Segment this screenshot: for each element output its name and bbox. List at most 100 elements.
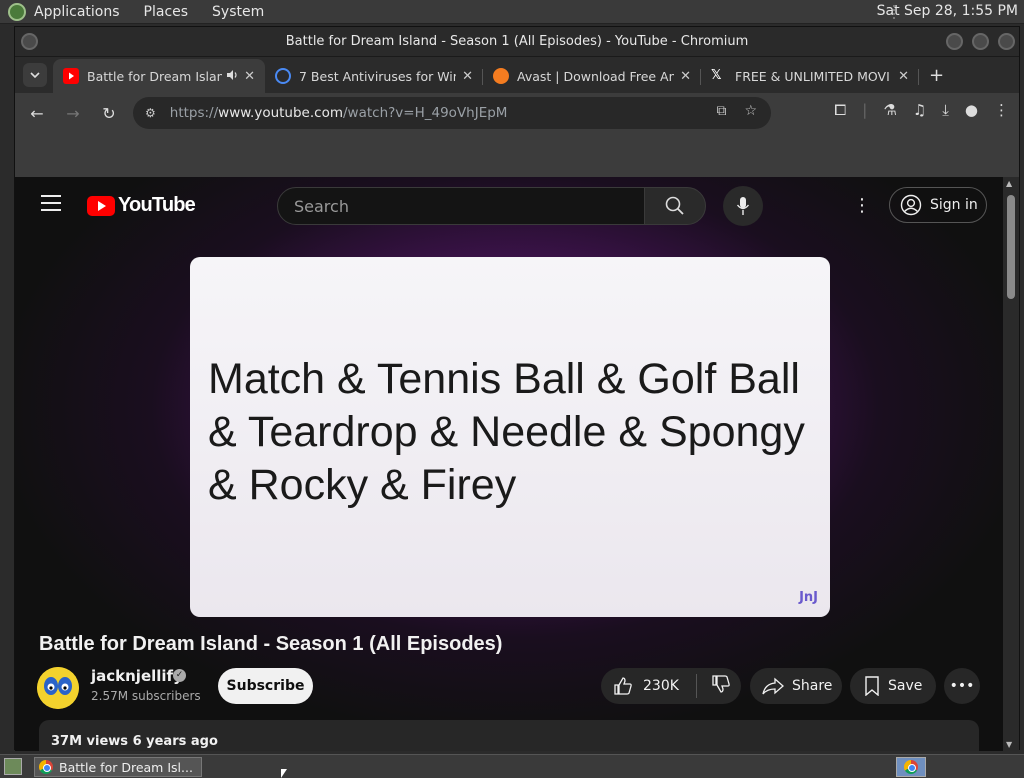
like-dislike-group: 230K bbox=[601, 668, 741, 704]
applications-menu[interactable]: Applications bbox=[34, 4, 120, 20]
workspace-switcher[interactable] bbox=[896, 757, 926, 777]
description-box[interactable]: 37M views 6 years ago bbox=[39, 720, 979, 751]
back-button[interactable]: ← bbox=[23, 99, 51, 127]
subscribe-button[interactable]: Subscribe bbox=[218, 668, 313, 704]
bookmark-star-icon[interactable]: ☆ bbox=[744, 103, 757, 119]
reload-button[interactable]: ↻ bbox=[95, 99, 123, 127]
dislike-button[interactable] bbox=[697, 674, 731, 698]
chromium-icon bbox=[39, 760, 53, 774]
youtube-wordmark: YouTube bbox=[118, 194, 196, 216]
clock[interactable]: Sat Sep 28, 1:55 PM bbox=[877, 3, 1018, 19]
window-titlebar[interactable]: Battle for Dream Island - Season 1 (All … bbox=[15, 27, 1019, 57]
system-menu[interactable]: System bbox=[212, 4, 264, 20]
view-count-and-date: 37M views 6 years ago bbox=[51, 734, 218, 749]
taskbar-window-button[interactable]: Battle for Dream Isl... bbox=[34, 757, 202, 777]
youtube-page: YouTube Search ⋮ Sign in Match & Tennis … bbox=[15, 177, 1005, 751]
more-actions-button[interactable]: ••• bbox=[944, 668, 980, 704]
tab-search-button[interactable] bbox=[23, 63, 47, 87]
verified-badge-icon: ✓ bbox=[173, 669, 186, 682]
desktop-top-panel: Applications Places System Sat Sep 28, 1… bbox=[0, 0, 1024, 24]
globe-favicon-icon bbox=[275, 68, 291, 84]
labs-flask-icon[interactable]: ⚗ bbox=[883, 101, 896, 119]
video-title: Battle for Dream Island - Season 1 (All … bbox=[39, 633, 503, 655]
save-button[interactable]: Save bbox=[850, 668, 936, 704]
tab-movies[interactable]: 𝕏 FREE & UNLIMITED MOVI ✕ bbox=[701, 59, 919, 93]
channel-name[interactable]: jacknjellify bbox=[91, 667, 183, 685]
browser-window: Battle for Dream Island - Season 1 (All … bbox=[14, 26, 1020, 751]
voice-search-button[interactable] bbox=[723, 186, 763, 226]
tab-divider bbox=[918, 69, 919, 85]
minimize-button[interactable] bbox=[946, 33, 963, 50]
settings-menu-icon[interactable]: ⋮ bbox=[853, 195, 871, 216]
guide-menu-icon[interactable] bbox=[41, 195, 61, 216]
share-icon bbox=[762, 677, 784, 695]
install-app-icon[interactable]: ⧉ bbox=[716, 103, 726, 119]
save-label: Save bbox=[888, 678, 923, 694]
close-tab-icon[interactable]: ✕ bbox=[462, 69, 473, 84]
maximize-button[interactable] bbox=[972, 33, 989, 50]
places-menu[interactable]: Places bbox=[144, 4, 189, 20]
like-count: 230K bbox=[643, 678, 679, 694]
toolbar-blank-area bbox=[15, 133, 1019, 181]
channel-watermark: JnJ bbox=[799, 590, 818, 605]
browser-menu-icon[interactable]: ⋮ bbox=[994, 101, 1009, 119]
tab-title: Battle for Dream Island bbox=[87, 68, 223, 84]
extensions-icon[interactable]: ⧠ bbox=[834, 101, 846, 119]
account-circle-icon bbox=[900, 194, 922, 216]
thumbs-up-icon bbox=[614, 677, 632, 695]
search-button[interactable] bbox=[644, 187, 706, 225]
scroll-up-arrow-icon[interactable]: ▲ bbox=[1006, 179, 1012, 188]
x-favicon-icon: 𝕏 bbox=[711, 68, 722, 83]
page-scrollbar[interactable]: ▲ ▼ bbox=[1003, 177, 1019, 751]
forward-button[interactable]: → bbox=[59, 99, 87, 127]
tab-title: FREE & UNLIMITED MOVI bbox=[735, 68, 890, 84]
tab-youtube[interactable]: Battle for Dream Island ✕ bbox=[53, 59, 265, 93]
search-icon bbox=[665, 196, 684, 215]
downloads-icon[interactable]: ⤓ bbox=[942, 101, 949, 119]
channel-row: jacknjellify ✓ 2.57M subscribers Subscri… bbox=[37, 665, 993, 709]
scrollbar-thumb[interactable] bbox=[1007, 195, 1015, 299]
youtube-favicon-icon bbox=[63, 68, 79, 84]
youtube-logo[interactable]: YouTube bbox=[87, 194, 196, 217]
tab-antivirus[interactable]: 7 Best Antiviruses for Win ✕ bbox=[265, 59, 483, 93]
scroll-down-arrow-icon[interactable]: ▼ bbox=[1006, 740, 1012, 749]
share-button[interactable]: Share bbox=[750, 668, 842, 704]
window-title: Battle for Dream Island - Season 1 (All … bbox=[285, 34, 749, 49]
youtube-header: YouTube Search ⋮ Sign in bbox=[15, 177, 1005, 233]
youtube-play-icon bbox=[87, 195, 115, 216]
like-button[interactable]: 230K bbox=[601, 674, 697, 698]
browser-toolbar: ← → ↻ ⚙ https://www.youtube.com/watch?v=… bbox=[15, 93, 1019, 133]
tab-avast[interactable]: Avast | Download Free An ✕ bbox=[483, 59, 701, 93]
close-tab-icon[interactable]: ✕ bbox=[244, 69, 255, 84]
microphone-icon bbox=[736, 197, 750, 215]
profile-icon[interactable]: ● bbox=[965, 101, 978, 119]
taskbar-window-label: Battle for Dream Isl... bbox=[59, 759, 193, 775]
mouse-cursor-icon bbox=[281, 769, 287, 778]
distro-logo-icon[interactable] bbox=[8, 2, 26, 21]
close-window-button[interactable] bbox=[998, 33, 1015, 50]
toolbar-divider: | bbox=[862, 101, 868, 119]
share-label: Share bbox=[792, 678, 833, 694]
show-desktop-icon[interactable] bbox=[4, 758, 22, 775]
close-tab-icon[interactable]: ✕ bbox=[680, 69, 691, 84]
chromium-tray-icon bbox=[904, 760, 918, 774]
bookmark-icon bbox=[865, 676, 879, 696]
channel-avatar[interactable] bbox=[37, 667, 79, 709]
video-player[interactable]: Match & Tennis Ball & Golf Ball & Teardr… bbox=[190, 257, 830, 617]
site-info-icon[interactable]: ⚙ bbox=[145, 106, 156, 120]
sign-in-button[interactable]: Sign in bbox=[889, 187, 987, 223]
new-tab-button[interactable]: + bbox=[929, 65, 944, 86]
url-text[interactable]: https://www.youtube.com/watch?v=H_49oVhJ… bbox=[170, 105, 508, 121]
address-bar[interactable]: ⚙ https://www.youtube.com/watch?v=H_49oV… bbox=[133, 97, 771, 129]
search-input[interactable]: Search bbox=[277, 187, 645, 225]
chevron-down-icon bbox=[30, 72, 40, 78]
thumbs-down-icon bbox=[712, 675, 730, 693]
speaker-icon[interactable] bbox=[226, 69, 238, 84]
avast-favicon-icon bbox=[493, 68, 509, 84]
close-tab-icon[interactable]: ✕ bbox=[898, 69, 909, 84]
desktop-taskbar: Battle for Dream Isl... bbox=[0, 754, 1024, 778]
media-controls-icon[interactable]: ♫ bbox=[913, 101, 926, 119]
subscriber-count: 2.57M subscribers bbox=[91, 689, 201, 703]
sign-in-label: Sign in bbox=[930, 197, 978, 213]
window-menu-button[interactable] bbox=[21, 33, 38, 50]
